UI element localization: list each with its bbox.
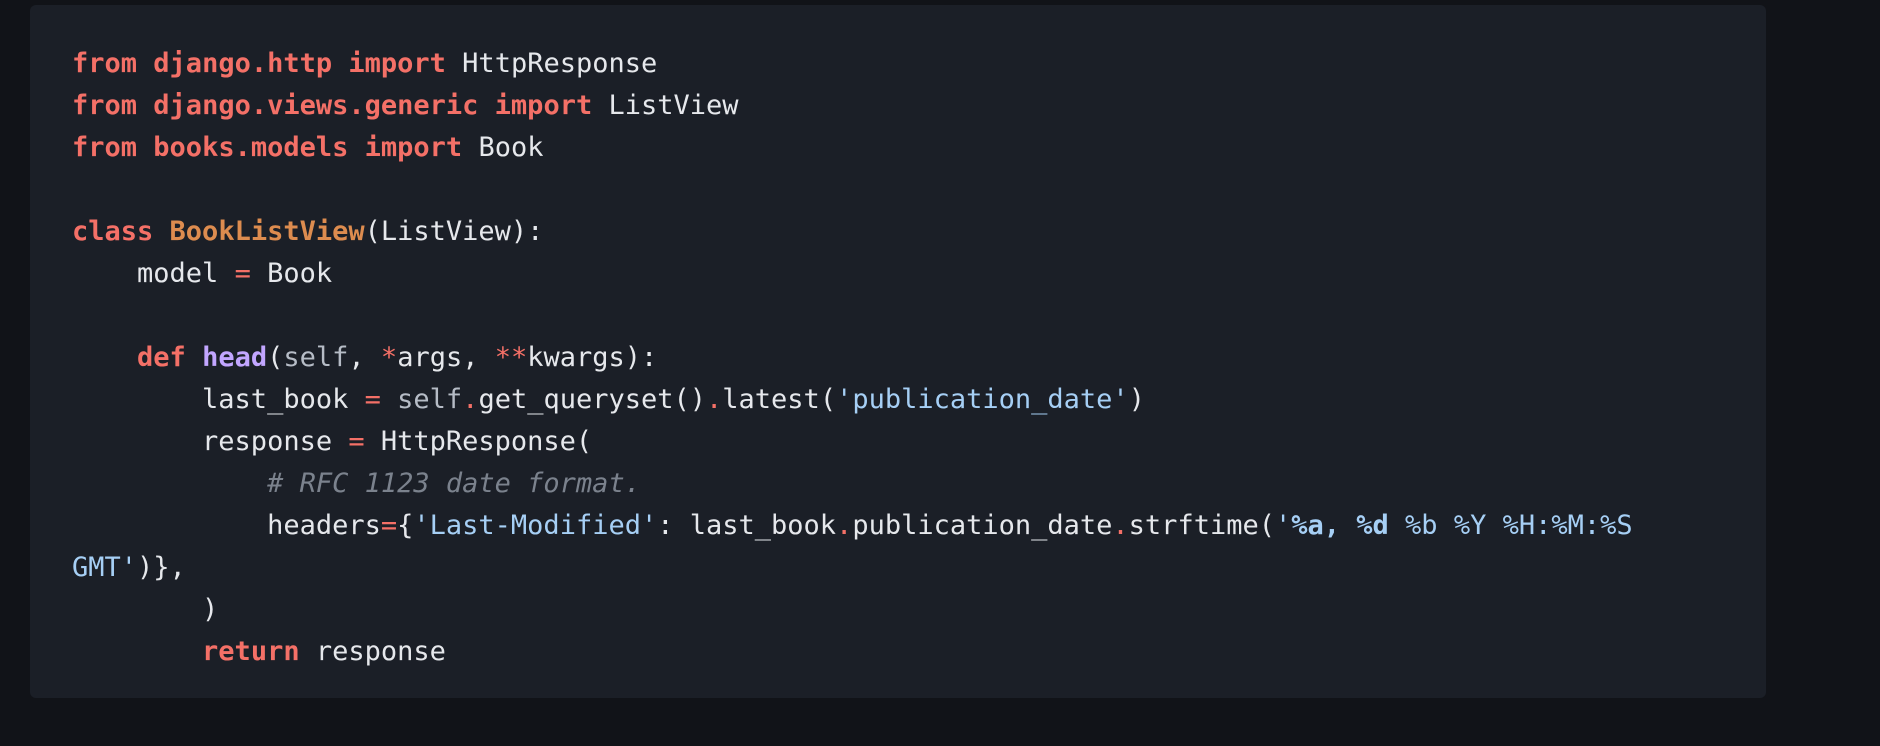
code-token: = xyxy=(348,426,365,457)
code-token: import xyxy=(494,90,593,121)
code-line: from django.http import HttpResponse xyxy=(72,43,1766,85)
code-token: HttpResponse xyxy=(445,48,658,79)
code-line: # RFC 1123 date format. xyxy=(72,463,1766,505)
code-token: 'publication_date' xyxy=(836,384,1129,415)
code-token: strftime( xyxy=(1128,510,1275,541)
code-token: (ListView): xyxy=(364,216,544,247)
code-token: response xyxy=(299,636,446,667)
code-token: . xyxy=(706,384,723,415)
code-line: response = HttpResponse( xyxy=(72,421,1766,463)
code-token: GMT' xyxy=(72,552,138,583)
code-token: import xyxy=(364,132,463,163)
code-content[interactable]: from django.http import HttpResponse from… xyxy=(72,43,1766,673)
code-token: # RFC 1123 date format. xyxy=(267,468,641,499)
code-token: . xyxy=(462,384,479,415)
code-token: from xyxy=(72,90,138,121)
code-token: head xyxy=(202,342,268,373)
code-token: publication_date xyxy=(852,510,1113,541)
code-token: . xyxy=(836,510,853,541)
code-token: : last_book xyxy=(657,510,837,541)
code-token: %d xyxy=(1356,510,1389,541)
code-token: %a xyxy=(1291,510,1324,541)
code-token: ( xyxy=(267,342,284,373)
code-token: django.views.generic xyxy=(153,90,479,121)
code-token: , xyxy=(1323,510,1357,541)
code-token: args, xyxy=(397,342,495,373)
code-token: = xyxy=(234,258,251,289)
code-token: ) xyxy=(72,594,219,625)
code-token: from xyxy=(72,48,138,79)
code-token: class xyxy=(72,216,154,247)
code-token: def xyxy=(137,342,186,373)
code-token: BookListView xyxy=(169,216,365,247)
code-token: ListView xyxy=(592,90,739,121)
code-token: from xyxy=(72,132,138,163)
code-token: %b %Y %H:%M:%S xyxy=(1388,510,1633,541)
code-line: def head(self, *args, **kwargs): xyxy=(72,337,1766,379)
code-token: model xyxy=(72,258,235,289)
code-token: response xyxy=(72,426,349,457)
code-token: HttpResponse( xyxy=(364,426,593,457)
code-token: = xyxy=(380,510,398,541)
code-token: * xyxy=(380,342,398,373)
code-token: self xyxy=(397,384,463,415)
code-token: , xyxy=(348,342,381,373)
code-line: ) xyxy=(72,589,1766,631)
code-token: return xyxy=(202,636,300,667)
code-token: Book xyxy=(462,132,544,163)
code-line: headers={'Last-Modified': last_book.publ… xyxy=(72,505,1766,547)
code-token: headers xyxy=(72,510,381,541)
code-token: 'Last-Modified' xyxy=(413,510,658,541)
code-token: ) xyxy=(1128,384,1145,415)
code-token: ** xyxy=(494,342,528,373)
code-line: GMT')}, xyxy=(72,547,1766,589)
code-token: )}, xyxy=(137,552,186,583)
code-token: import xyxy=(348,48,446,79)
code-token: . xyxy=(1112,510,1129,541)
code-token: kwargs): xyxy=(527,342,658,373)
code-token: Book xyxy=(250,258,333,289)
code-token: latest( xyxy=(722,384,837,415)
code-token: django.http xyxy=(153,48,333,79)
code-block: from django.http import HttpResponse from… xyxy=(30,5,1766,698)
code-line: model = Book xyxy=(72,253,1766,295)
code-line: from django.views.generic import ListVie… xyxy=(72,85,1766,127)
code-line: from books.models import Book xyxy=(72,127,1766,169)
code-token: ' xyxy=(1274,510,1292,541)
code-token: books.models xyxy=(153,132,349,163)
code-token: get_queryset() xyxy=(478,384,707,415)
code-line: return response xyxy=(72,631,1766,673)
code-token: self xyxy=(283,342,349,373)
code-line: last_book = self.get_queryset().latest('… xyxy=(72,379,1766,421)
code-token: last_book xyxy=(72,384,365,415)
code-token: { xyxy=(397,510,414,541)
code-token: = xyxy=(364,384,381,415)
code-line: class BookListView(ListView): xyxy=(72,211,1766,253)
